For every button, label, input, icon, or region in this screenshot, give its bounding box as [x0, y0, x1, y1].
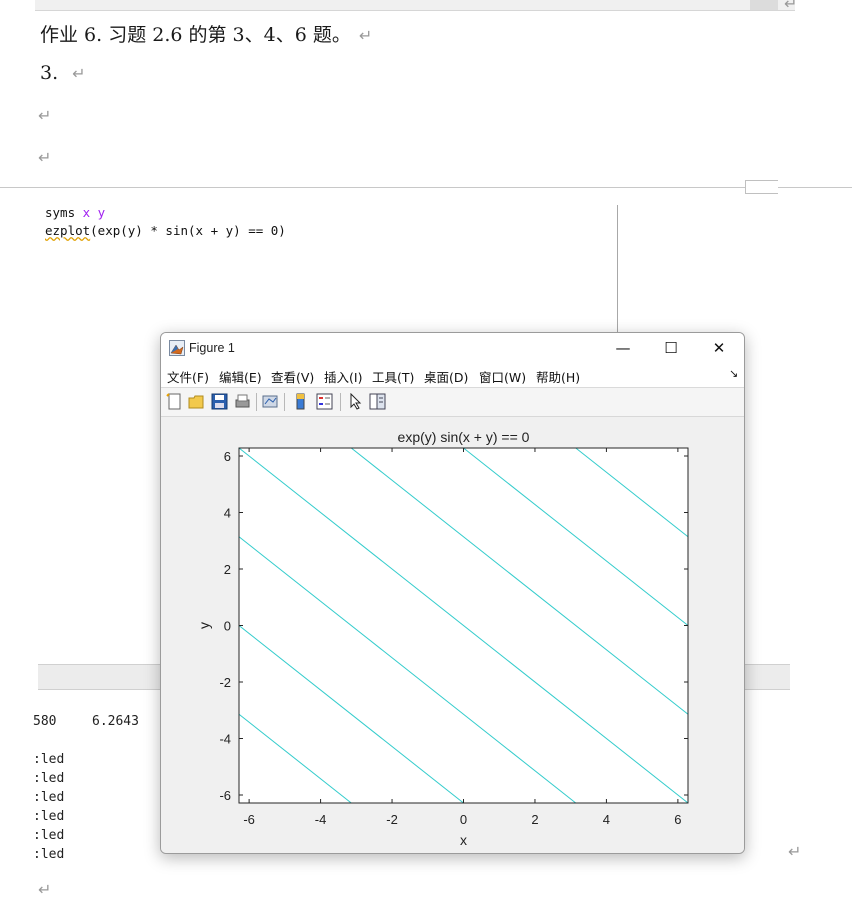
- figure-window[interactable]: Figure 1 — ☐ ✕ 文件(F) 编辑(E) 查看(V) 插入(I) 工…: [160, 332, 745, 854]
- command-value-left: 580: [33, 714, 57, 729]
- pointer-icon[interactable]: [347, 392, 364, 410]
- toolbar-separator: [256, 393, 257, 411]
- menu-desktop[interactable]: 桌面(D): [424, 367, 468, 386]
- y-tick-label: 2: [224, 562, 231, 577]
- paragraph-mark: ↵: [784, 0, 798, 13]
- print-icon[interactable]: [234, 393, 251, 410]
- x-tick-label: 4: [603, 812, 610, 827]
- link-plot-icon[interactable]: [262, 393, 279, 410]
- code-function-ezplot: ezplot: [45, 223, 91, 238]
- code-arguments: (exp(y) * sin(x + y) == 0): [90, 223, 286, 238]
- code-symbol-vars: x y: [75, 205, 106, 220]
- y-tick-label: 4: [224, 506, 231, 521]
- page-break-line: [0, 187, 852, 188]
- chart-title: exp(y) sin(x + y) == 0: [398, 429, 530, 445]
- code-line-1: syms x y: [45, 205, 105, 220]
- figure-menubar: 文件(F) 编辑(E) 查看(V) 插入(I) 工具(T) 桌面(D) 窗口(W…: [161, 363, 744, 388]
- menu-file[interactable]: 文件(F): [167, 367, 209, 386]
- figure-title: Figure 1: [189, 341, 235, 355]
- save-icon[interactable]: [211, 393, 228, 410]
- command-output-line: :led: [33, 828, 65, 843]
- command-value-right: 6.2643: [92, 714, 139, 729]
- toolbar-separator: [340, 393, 341, 411]
- figure-toolbar: [161, 388, 744, 417]
- command-output-line: :led: [33, 790, 65, 805]
- paragraph-mark: ↵: [38, 106, 52, 125]
- menu-window[interactable]: 窗口(W): [479, 367, 526, 386]
- menu-tools[interactable]: 工具(T): [372, 367, 414, 386]
- open-file-icon[interactable]: [188, 393, 205, 410]
- property-editor-icon[interactable]: [369, 393, 386, 410]
- menu-view[interactable]: 查看(V): [271, 367, 314, 386]
- item-number: 3.: [40, 62, 59, 84]
- document-line-assignment: 作业 6. 习题 2.6 的第 3、4、6 题。 ↵: [40, 20, 372, 47]
- command-output-line: :led: [33, 809, 65, 824]
- minimize-button[interactable]: —: [601, 335, 645, 361]
- command-output-line: :led: [33, 847, 65, 862]
- editor-right-margin-line: [617, 205, 618, 335]
- paragraph-mark: ↵: [358, 26, 373, 45]
- x-tick-label: -4: [315, 812, 327, 827]
- y-tick-label: -2: [219, 675, 231, 690]
- y-tick-label: -6: [219, 788, 231, 803]
- paragraph-mark: ↵: [788, 842, 802, 861]
- implicit-plot-chart[interactable]: -6 -4 -2 0 2 4 6 -6 -4 -2 0 2 4 6 exp(y) sin(x + y) =…: [161, 417, 744, 853]
- document-line-item: 3. ↵: [40, 62, 86, 84]
- figure-plot-area: -6 -4 -2 0 2 4 6 -6 -4 -2 0 2 4 6 exp(y) sin(x + y) =…: [161, 417, 744, 853]
- figure-titlebar[interactable]: Figure 1 — ☐ ✕: [161, 333, 744, 363]
- matlab-logo-icon: [169, 340, 185, 356]
- close-button[interactable]: ✕: [697, 335, 741, 361]
- page-break-tab: [745, 180, 778, 194]
- menu-dock-icon[interactable]: ↘: [729, 367, 738, 380]
- paragraph-mark: ↵: [38, 880, 52, 899]
- y-axis-label: y: [196, 622, 212, 629]
- command-output-line: :led: [33, 771, 65, 786]
- y-tick-label: 6: [224, 449, 231, 464]
- toolbar-separator: [284, 393, 285, 411]
- menu-insert[interactable]: 插入(I): [324, 367, 362, 386]
- top-scroll-strip: [35, 0, 795, 11]
- x-tick-label: 6: [674, 812, 681, 827]
- menu-help[interactable]: 帮助(H): [536, 367, 580, 386]
- y-tick-label: 0: [224, 619, 231, 634]
- legend-icon[interactable]: [316, 393, 333, 410]
- y-tick-label: -4: [219, 731, 231, 746]
- code-keyword-syms: syms: [45, 205, 76, 220]
- colorbar-icon[interactable]: [292, 393, 309, 410]
- x-tick-label: -6: [243, 812, 255, 827]
- command-output-line: :led: [33, 752, 65, 767]
- code-line-2: ezplot(exp(y) * sin(x + y) == 0): [45, 223, 286, 238]
- menu-edit[interactable]: 编辑(E): [219, 367, 262, 386]
- assignment-text: 作业 6. 习题 2.6 的第 3、4、6 题。: [40, 24, 351, 46]
- x-tick-label: -2: [386, 812, 398, 827]
- top-scroll-thumb[interactable]: [750, 0, 778, 10]
- x-tick-label: 2: [531, 812, 538, 827]
- x-axis-label: x: [460, 832, 467, 848]
- new-figure-icon[interactable]: [166, 393, 183, 410]
- maximize-button[interactable]: ☐: [649, 335, 693, 361]
- x-tick-label: 0: [460, 812, 467, 827]
- paragraph-mark: ↵: [72, 64, 86, 83]
- paragraph-mark: ↵: [38, 148, 52, 167]
